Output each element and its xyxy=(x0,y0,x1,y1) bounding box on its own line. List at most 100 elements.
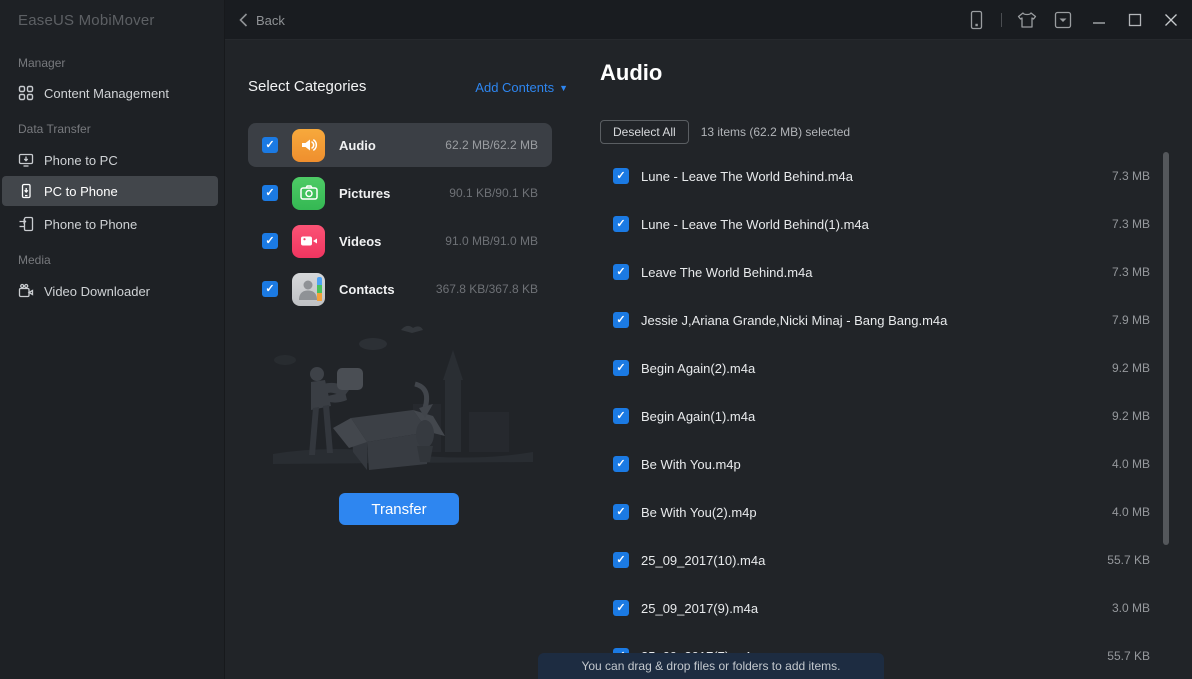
file-size: 9.2 MB xyxy=(1111,361,1150,375)
file-size: 7.3 MB xyxy=(1111,169,1150,183)
file-size: 55.7 KB xyxy=(1107,649,1150,663)
sidebar-section-media: Media xyxy=(18,253,51,267)
file-checkbox[interactable] xyxy=(613,264,629,280)
file-checkbox[interactable] xyxy=(613,408,629,424)
category-label: Videos xyxy=(339,233,382,249)
file-name: 25_09_2017(9).m4a xyxy=(641,600,759,616)
file-size: 7.3 MB xyxy=(1111,265,1150,279)
file-checkbox[interactable] xyxy=(613,168,629,184)
sidebar-item-phone-to-phone[interactable]: Phone to Phone xyxy=(2,209,218,239)
grid-icon xyxy=(18,85,34,101)
category-size: 90.1 KB/90.1 KB xyxy=(449,186,538,200)
file-row[interactable]: Lune - Leave The World Behind.m4a 7.3 MB xyxy=(590,152,1150,200)
drag-drop-hint: You can drag & drop files or folders to … xyxy=(538,653,884,679)
file-checkbox[interactable] xyxy=(613,552,629,568)
audio-icon xyxy=(292,128,325,162)
videos-icon xyxy=(292,224,325,258)
app-title: EaseUS MobiMover xyxy=(18,12,155,29)
file-name: Begin Again(2).m4a xyxy=(641,360,756,376)
file-row[interactable]: Leave The World Behind.m4a 7.3 MB xyxy=(590,248,1150,296)
pictures-checkbox[interactable] xyxy=(262,185,278,201)
file-row[interactable]: Be With You.m4p 4.0 MB xyxy=(590,440,1150,488)
file-row[interactable]: 25_09_2017(9).m4a 3.0 MB xyxy=(590,584,1150,632)
file-size: 9.2 MB xyxy=(1111,409,1150,423)
file-checkbox[interactable] xyxy=(613,504,629,520)
sidebar-item-video-downloader[interactable]: Video Downloader xyxy=(2,276,218,306)
sidebar-item-pc-to-phone[interactable]: PC to Phone xyxy=(2,176,218,206)
category-list: Audio 62.2 MB/62.2 MB Pictures 90.1 KB/9… xyxy=(248,123,552,315)
sidebar-item-content-management[interactable]: Content Management xyxy=(2,78,218,108)
category-row-pictures[interactable]: Pictures 90.1 KB/90.1 KB xyxy=(248,171,552,215)
file-list: Lune - Leave The World Behind.m4a 7.3 MB… xyxy=(590,152,1150,679)
sidebar-item-label: PC to Phone xyxy=(44,183,118,199)
file-list-scrollbar[interactable] xyxy=(1163,152,1169,545)
selection-summary: 13 items (62.2 MB) selected xyxy=(700,125,851,139)
file-size: 7.3 MB xyxy=(1111,217,1150,231)
pc-to-phone-icon xyxy=(21,183,31,199)
file-size: 7.9 MB xyxy=(1111,313,1150,327)
deselect-all-button[interactable]: Deselect All xyxy=(600,120,689,144)
category-size: 367.8 KB/367.8 KB xyxy=(435,282,538,296)
add-contents-button[interactable]: Add Contents ▼ xyxy=(475,80,568,95)
minimize-icon[interactable] xyxy=(1088,9,1110,31)
contacts-icon xyxy=(292,272,325,306)
file-row[interactable]: Jessie J,Ariana Grande,Nicki Minaj - Ban… xyxy=(590,296,1150,344)
sidebar-item-label: Video Downloader xyxy=(44,283,150,299)
gift-shirt-icon[interactable] xyxy=(1016,9,1038,31)
add-contents-label: Add Contents xyxy=(475,80,555,95)
back-label: Back xyxy=(256,12,285,28)
file-name: Lune - Leave The World Behind(1).m4a xyxy=(641,216,869,232)
file-row[interactable]: Lune - Leave The World Behind(1).m4a 7.3… xyxy=(590,200,1150,248)
categories-title: Select Categories xyxy=(248,78,367,95)
titlebar-icons xyxy=(965,0,1182,40)
transfer-button[interactable]: Transfer xyxy=(339,493,459,525)
file-name: Jessie J,Ariana Grande,Nicki Minaj - Ban… xyxy=(641,312,948,328)
maximize-icon[interactable] xyxy=(1124,9,1146,31)
file-checkbox[interactable] xyxy=(613,600,629,616)
videos-checkbox[interactable] xyxy=(262,233,278,249)
category-row-audio[interactable]: Audio 62.2 MB/62.2 MB xyxy=(248,123,552,167)
video-downloader-icon xyxy=(18,283,34,298)
audio-checkbox[interactable] xyxy=(262,137,278,153)
file-size: 4.0 MB xyxy=(1111,457,1150,471)
sidebar-item-label: Content Management xyxy=(44,85,170,101)
dropdown-menu-icon[interactable] xyxy=(1052,9,1074,31)
file-checkbox[interactable] xyxy=(613,360,629,376)
categories-panel: Select Categories Add Contents ▼ Audio 6… xyxy=(225,40,590,679)
file-size: 55.7 KB xyxy=(1107,553,1150,567)
sidebar-item-label: Phone to PC xyxy=(44,152,118,168)
category-label: Audio xyxy=(339,137,376,153)
sidebar-item-label: Phone to Phone xyxy=(44,216,138,232)
file-row[interactable]: Begin Again(2).m4a 9.2 MB xyxy=(590,344,1150,392)
back-button[interactable]: Back xyxy=(239,0,285,40)
category-row-videos[interactable]: Videos 91.0 MB/91.0 MB xyxy=(248,219,552,263)
file-row[interactable]: Begin Again(1).m4a 9.2 MB xyxy=(590,392,1150,440)
file-name: Be With You(2).m4p xyxy=(641,504,757,520)
phone-device-icon[interactable] xyxy=(965,9,987,31)
category-label: Contacts xyxy=(339,281,395,297)
transfer-illustration xyxy=(273,325,533,470)
sidebar-item-phone-to-pc[interactable]: Phone to PC xyxy=(2,145,218,175)
category-row-contacts[interactable]: Contacts 367.8 KB/367.8 KB xyxy=(248,267,552,311)
app-window: EaseUS MobiMover Manager Content Managem… xyxy=(0,0,1192,679)
file-size: 4.0 MB xyxy=(1111,505,1150,519)
close-icon[interactable] xyxy=(1160,9,1182,31)
category-size: 91.0 MB/91.0 MB xyxy=(445,234,538,248)
chevron-down-icon: ▼ xyxy=(559,82,568,93)
file-name: Lune - Leave The World Behind.m4a xyxy=(641,168,853,184)
file-checkbox[interactable] xyxy=(613,456,629,472)
files-controls: Deselect All 13 items (62.2 MB) selected xyxy=(600,120,850,144)
pictures-icon xyxy=(292,176,325,210)
file-row[interactable]: Be With You(2).m4p 4.0 MB xyxy=(590,488,1150,536)
file-checkbox[interactable] xyxy=(613,312,629,328)
contacts-icon-tabs xyxy=(317,276,322,302)
file-name: Be With You.m4p xyxy=(641,456,741,472)
file-size: 3.0 MB xyxy=(1111,601,1150,615)
file-checkbox[interactable] xyxy=(613,216,629,232)
phone-to-phone-icon xyxy=(19,216,34,232)
sidebar-section-data-transfer: Data Transfer xyxy=(18,122,91,136)
phone-to-pc-icon xyxy=(18,153,34,167)
file-name: Begin Again(1).m4a xyxy=(641,408,756,424)
contacts-checkbox[interactable] xyxy=(262,281,278,297)
file-row[interactable]: 25_09_2017(10).m4a 55.7 KB xyxy=(590,536,1150,584)
